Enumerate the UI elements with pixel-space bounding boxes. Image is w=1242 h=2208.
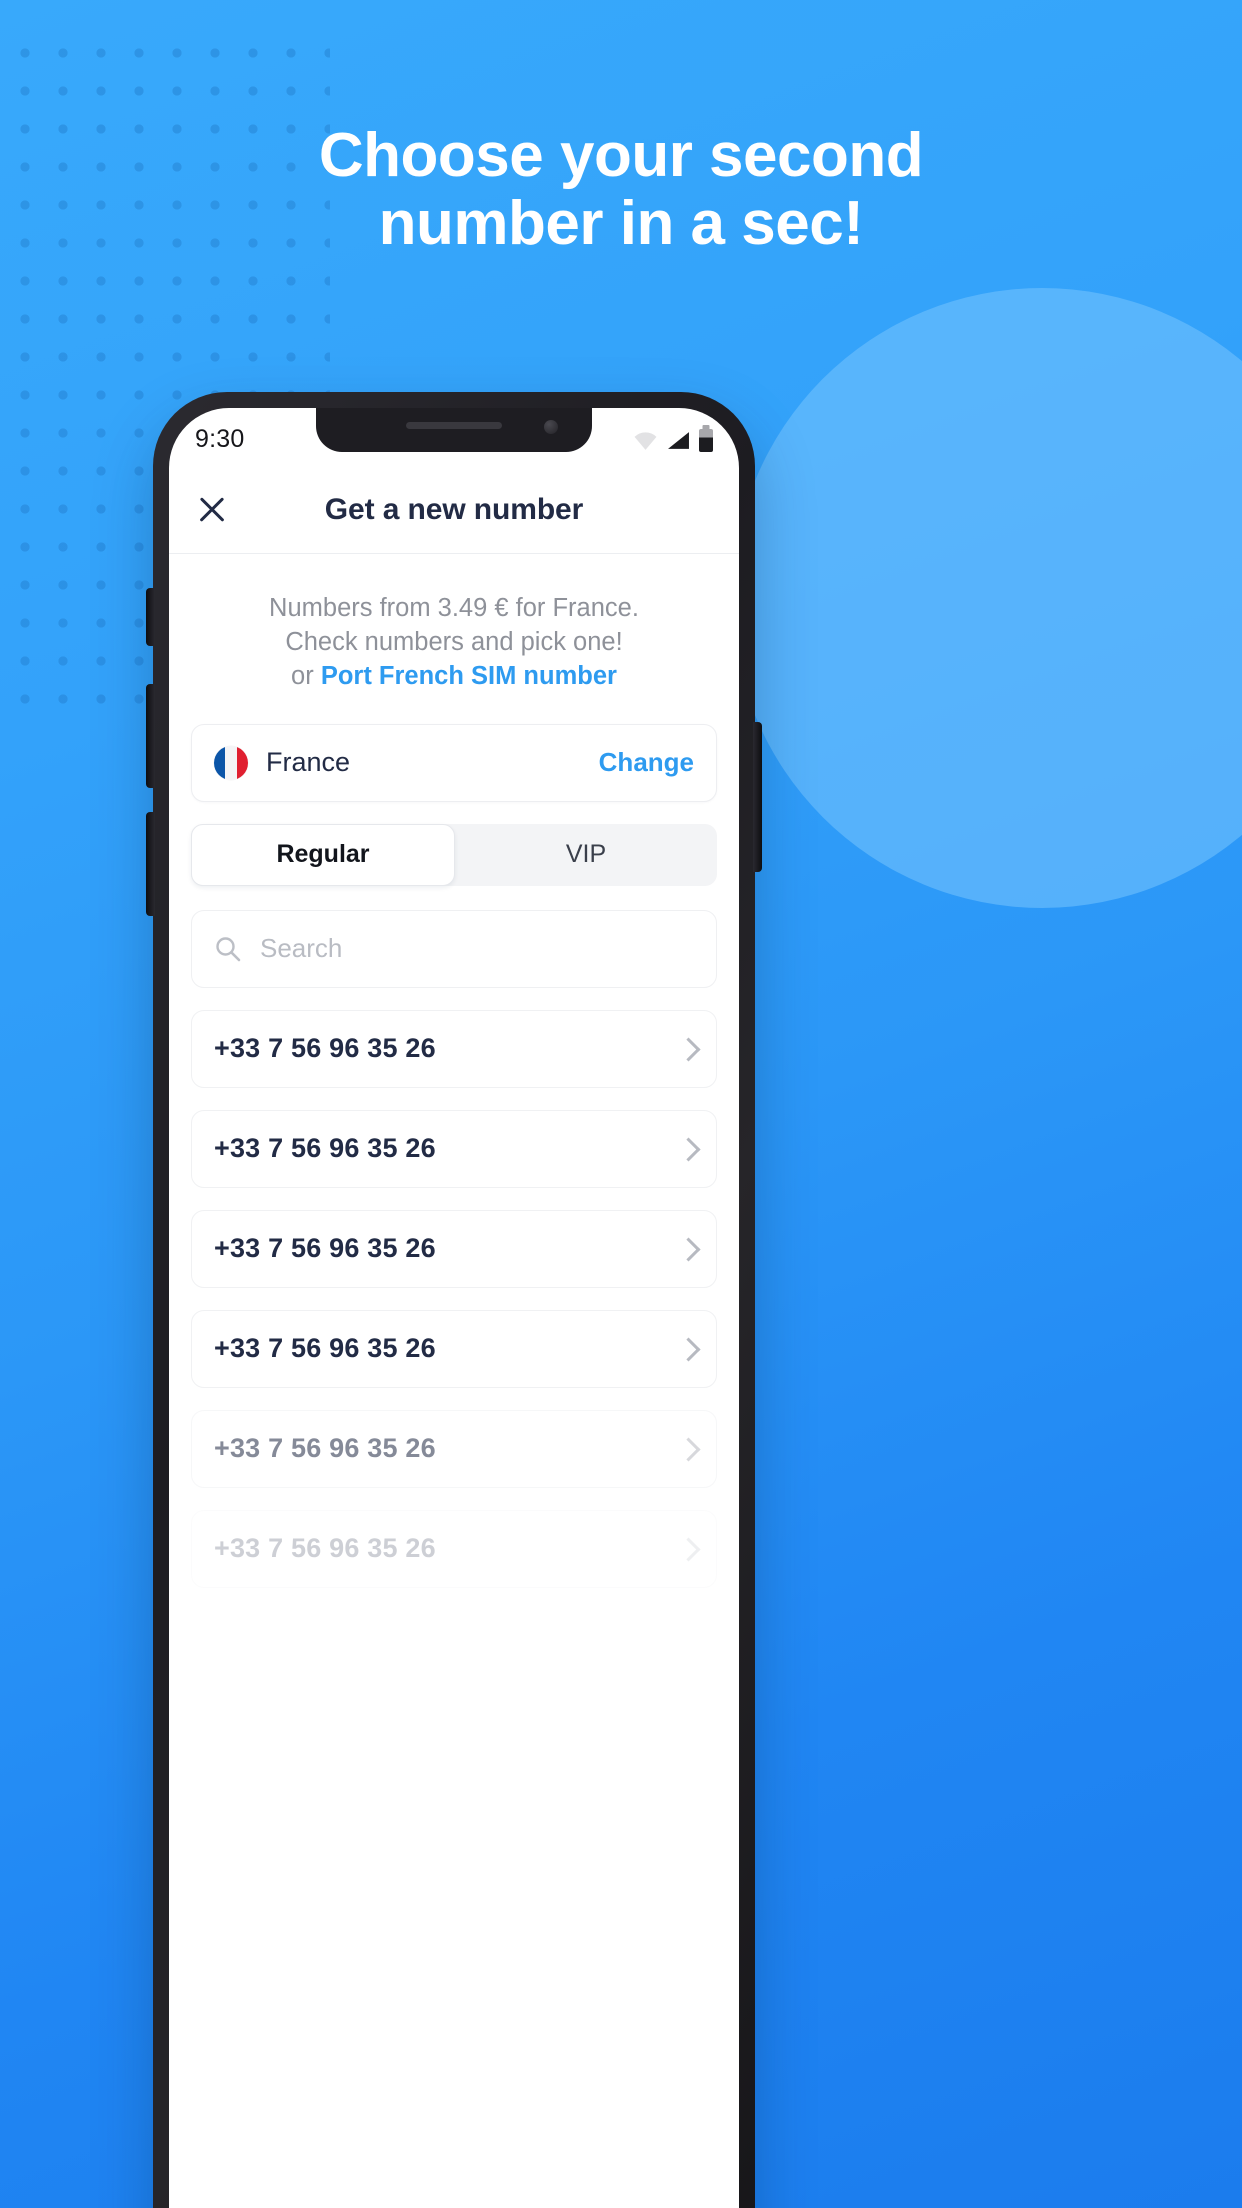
phone-number: +33 7 56 96 35 26	[214, 1233, 436, 1264]
power-button[interactable]	[753, 722, 762, 872]
chevron-right-icon	[680, 1537, 694, 1561]
france-flag-icon	[214, 745, 248, 780]
list-item[interactable]: +33 7 56 96 35 26	[191, 1409, 717, 1488]
port-prefix: or	[291, 661, 321, 690]
port-sim-link[interactable]: Port French SIM number	[321, 662, 617, 690]
phone-number: +33 7 56 96 35 26	[214, 1433, 436, 1464]
headline-line-2: number in a sec!	[378, 188, 864, 258]
description-block: Numbers from 3.49 € for France. Check nu…	[191, 554, 717, 694]
chevron-right-icon	[680, 1037, 694, 1061]
app-header: Get a new number	[169, 466, 739, 554]
app-content: Numbers from 3.49 € for France. Check nu…	[169, 554, 739, 1588]
phone-screen: 9:30 Get a new number Numbers from 3.49 …	[169, 408, 739, 2208]
phone-mockup: 9:30 Get a new number Numbers from 3.49 …	[146, 392, 762, 2208]
cellular-signal-icon	[668, 431, 689, 449]
chevron-right-icon	[680, 1137, 694, 1161]
status-time: 9:30	[195, 424, 245, 453]
phone-number: +33 7 56 96 35 26	[214, 1033, 436, 1064]
search-icon	[216, 937, 241, 962]
list-item[interactable]: +33 7 56 96 35 26	[191, 1509, 717, 1588]
chevron-right-icon	[680, 1237, 694, 1261]
close-icon[interactable]	[195, 493, 229, 527]
description-line-2: Check numbers and pick one!	[285, 627, 623, 656]
wifi-icon	[634, 431, 657, 450]
battery-icon	[699, 428, 713, 452]
number-type-tabs: Regular VIP	[191, 823, 717, 886]
volume-down-button[interactable]	[146, 812, 155, 916]
phone-number: +33 7 56 96 35 26	[214, 1133, 436, 1164]
list-item[interactable]: +33 7 56 96 35 26	[191, 1309, 717, 1388]
description-line-3: or Port French SIM number	[191, 660, 717, 694]
status-bar: 9:30	[169, 408, 739, 466]
mute-switch[interactable]	[146, 588, 155, 646]
decorative-circle	[732, 288, 1242, 908]
headline-line-1: Choose your second	[318, 121, 924, 190]
tab-vip[interactable]: VIP	[455, 824, 717, 886]
list-item[interactable]: +33 7 56 96 35 26	[191, 1209, 717, 1288]
volume-up-button[interactable]	[146, 684, 155, 788]
tab-regular[interactable]: Regular	[191, 823, 455, 886]
country-name: France	[266, 747, 351, 778]
page-title: Get a new number	[324, 492, 584, 526]
number-list: +33 7 56 96 35 26 +33 7 56 96 35 26 +33 …	[191, 1009, 717, 1588]
country-selector-row[interactable]: France Change	[191, 723, 717, 802]
description-line-1: Numbers from 3.49 € for France.	[269, 594, 639, 622]
search-placeholder: Search	[260, 933, 343, 964]
promo-headline: Choose your second number in a sec!	[0, 122, 1242, 257]
chevron-right-icon	[680, 1437, 694, 1461]
list-item[interactable]: +33 7 56 96 35 26	[191, 1109, 717, 1188]
search-field[interactable]: Search	[191, 909, 717, 988]
chevron-right-icon	[680, 1337, 694, 1361]
change-country-button[interactable]: Change	[599, 747, 694, 778]
phone-number: +33 7 56 96 35 26	[214, 1533, 436, 1564]
status-icons	[633, 428, 713, 452]
list-item[interactable]: +33 7 56 96 35 26	[191, 1009, 717, 1088]
phone-number: +33 7 56 96 35 26	[214, 1333, 436, 1364]
